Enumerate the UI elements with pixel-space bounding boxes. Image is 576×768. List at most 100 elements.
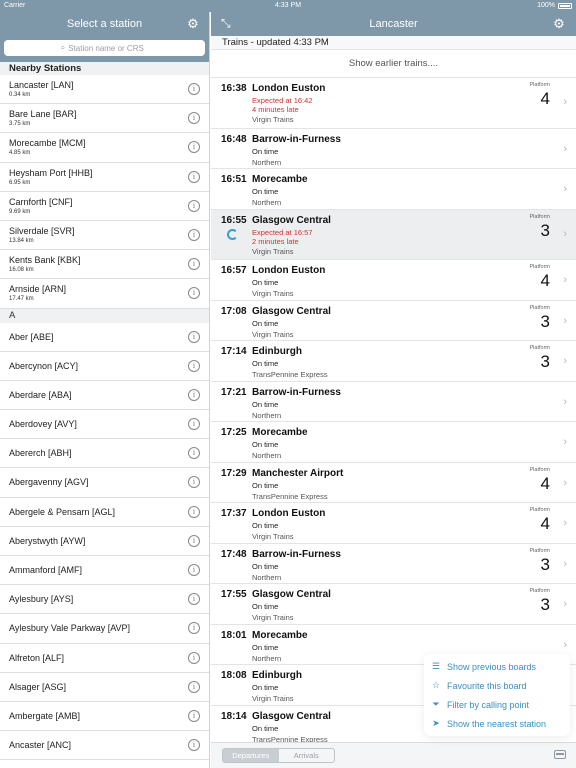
info-icon[interactable]: i: [188, 651, 200, 664]
train-row[interactable]: 16:48 Barrow-in-Furness On time Northern ›: [211, 128, 576, 169]
station-row[interactable]: Abererch [ABH] i: [0, 439, 209, 469]
station-row[interactable]: Aylesbury [AYS] i: [0, 585, 209, 615]
train-status: On time: [252, 146, 279, 156]
station-name: Aber [ABE]: [9, 331, 54, 342]
destination: Edinburgh: [252, 670, 302, 681]
info-icon[interactable]: i: [188, 359, 200, 372]
departure-time: 17:29: [221, 467, 247, 479]
train-row[interactable]: 16:55 Glasgow Central Expected at 16:57 2 m…: [211, 209, 576, 260]
info-icon[interactable]: i: [188, 141, 200, 154]
platform-label: Platform: [529, 466, 550, 473]
station-name: Lancaster [LAN]: [9, 80, 74, 90]
info-icon[interactable]: i: [188, 112, 200, 125]
station-row[interactable]: Kents Bank [KBK] 16.08 km i: [0, 250, 209, 280]
station-row[interactable]: Abergavenny [AGV] i: [0, 468, 209, 498]
menu-item-label: Favourite this board: [447, 680, 527, 691]
station-name: Abererch [ABH]: [9, 448, 72, 459]
info-icon[interactable]: i: [188, 680, 200, 693]
info-icon[interactable]: i: [188, 739, 200, 752]
search-input[interactable]: [68, 43, 149, 53]
station-row[interactable]: Aberdare [ABA] i: [0, 381, 209, 411]
train-status: On time: [252, 399, 279, 409]
destination: Morecambe: [252, 427, 308, 438]
info-icon[interactable]: i: [188, 388, 200, 401]
operator: Virgin Trains: [252, 532, 294, 541]
info-icon[interactable]: i: [188, 199, 200, 212]
station-row[interactable]: Morecambe [MCM] 4.85 km i: [0, 133, 209, 163]
station-row[interactable]: Alfreton [ALF] i: [0, 644, 209, 673]
station-row[interactable]: Aber [ABE] i: [0, 323, 209, 352]
train-row[interactable]: 16:51 Morecambe On time Northern ›: [211, 169, 576, 210]
search-field[interactable]: ⌕: [4, 40, 205, 56]
info-icon[interactable]: i: [188, 709, 200, 722]
show-earlier-button[interactable]: Show earlier trains....: [211, 50, 576, 78]
station-row[interactable]: Ancaster [ANC] i: [0, 731, 209, 761]
info-icon[interactable]: i: [188, 418, 200, 431]
departures-tab[interactable]: Departures: [223, 749, 279, 762]
menu-item-favourite[interactable]: ☆ Favourite this board: [424, 676, 570, 695]
station-row[interactable]: Aberystwyth [AYW] i: [0, 527, 209, 556]
info-icon[interactable]: i: [188, 287, 200, 300]
info-icon[interactable]: i: [188, 83, 200, 95]
train-status: Expected at 16:57: [252, 227, 313, 237]
info-icon[interactable]: i: [188, 228, 200, 241]
info-icon[interactable]: i: [188, 593, 200, 606]
info-icon[interactable]: i: [188, 505, 200, 518]
info-icon[interactable]: i: [188, 534, 200, 547]
platform-number: 3: [540, 554, 550, 574]
station-row[interactable]: Aberdovey [AVY] i: [0, 410, 209, 440]
station-row[interactable]: Abergele & Pensarn [AGL] i: [0, 498, 209, 527]
info-icon[interactable]: i: [188, 170, 200, 183]
station-row[interactable]: Arnside [ARN] 17.47 km i: [0, 279, 209, 309]
info-icon[interactable]: i: [188, 622, 200, 635]
gear-icon[interactable]: ⚙: [186, 17, 200, 31]
station-row[interactable]: Aylesbury Vale Parkway [AVP] i: [0, 614, 209, 644]
train-status: Expected at 16:42: [252, 96, 313, 105]
station-row[interactable]: Carnforth [CNF] 9.69 km i: [0, 192, 209, 221]
train-row[interactable]: 17:55 Glasgow Central On time Virgin Trains…: [211, 584, 576, 625]
arrivals-tab[interactable]: Arrivals: [279, 749, 335, 762]
train-row[interactable]: 17:08 Glasgow Central On time Virgin Trains…: [211, 300, 576, 341]
station-row[interactable]: Alsager [ASG] i: [0, 673, 209, 702]
train-row[interactable]: 17:14 Edinburgh On time TransPennine Expres…: [211, 341, 576, 382]
chevron-right-icon: ›: [563, 638, 567, 651]
info-icon[interactable]: i: [188, 447, 200, 460]
platform-number: 4: [540, 271, 550, 290]
station-row[interactable]: Ammanford [AMF] i: [0, 556, 209, 586]
operator: Virgin Trains: [252, 115, 294, 124]
station-row[interactable]: Ambergate [AMB] i: [0, 702, 209, 732]
station-row[interactable]: Bare Lane [BAR] 3.75 km i: [0, 104, 209, 134]
station-row[interactable]: Silverdale [SVR] 13.84 km i: [0, 221, 209, 251]
station-row[interactable]: Lancaster [LAN] 0.34 km i: [0, 75, 209, 105]
departure-time: 17:55: [221, 589, 247, 600]
station-name: Abercynon [ACY]: [9, 360, 79, 371]
train-row[interactable]: 16:57 London Euston On time Virgin Trains Pl…: [211, 260, 576, 301]
operator: Virgin Trains: [252, 246, 294, 256]
destination: Glasgow Central: [252, 589, 331, 600]
info-icon[interactable]: i: [188, 476, 200, 489]
train-status: On time: [252, 480, 279, 490]
station-row[interactable]: Heysham Port [HHB] 6.95 km i: [0, 163, 209, 192]
info-icon[interactable]: i: [188, 564, 200, 576]
gear-icon[interactable]: ⚙: [552, 17, 566, 31]
train-row[interactable]: 17:21 Barrow-in-Furness On time Northern ›: [211, 381, 576, 422]
menu-item-filter[interactable]: ⏷ Filter by calling point: [424, 695, 570, 714]
info-icon[interactable]: i: [188, 330, 200, 343]
station-name: Aylesbury Vale Parkway [AVP]: [9, 623, 131, 634]
operator: Northern: [252, 157, 282, 167]
train-icon[interactable]: [554, 750, 566, 759]
train-row[interactable]: 17:48 Barrow-in-Furness On time Northern Pla…: [211, 543, 576, 584]
menu-item-previous-boards[interactable]: ☰ Show previous boards: [424, 657, 570, 676]
train-row[interactable]: 16:38 London Euston Expected at 16:42 4 min…: [211, 78, 576, 129]
departure-time: 18:01: [221, 629, 247, 641]
info-icon[interactable]: i: [188, 258, 200, 271]
left-nav-bar: Select a station ⚙: [0, 12, 209, 36]
station-name: Carnforth [CNF]: [9, 196, 73, 207]
train-row[interactable]: 17:37 London Euston On time Virgin Trains Pl…: [211, 503, 576, 544]
train-row[interactable]: 17:25 Morecambe On time Northern ›: [211, 422, 576, 463]
departure-time: 16:57: [221, 265, 247, 276]
train-row[interactable]: 17:29 Manchester Airport On time TransPenni…: [211, 462, 576, 503]
menu-item-nearest-station[interactable]: ➤ Show the nearest station: [424, 714, 570, 733]
right-nav-bar: ⤡ Lancaster ⚙: [211, 12, 576, 36]
station-row[interactable]: Abercynon [ACY] i: [0, 352, 209, 381]
